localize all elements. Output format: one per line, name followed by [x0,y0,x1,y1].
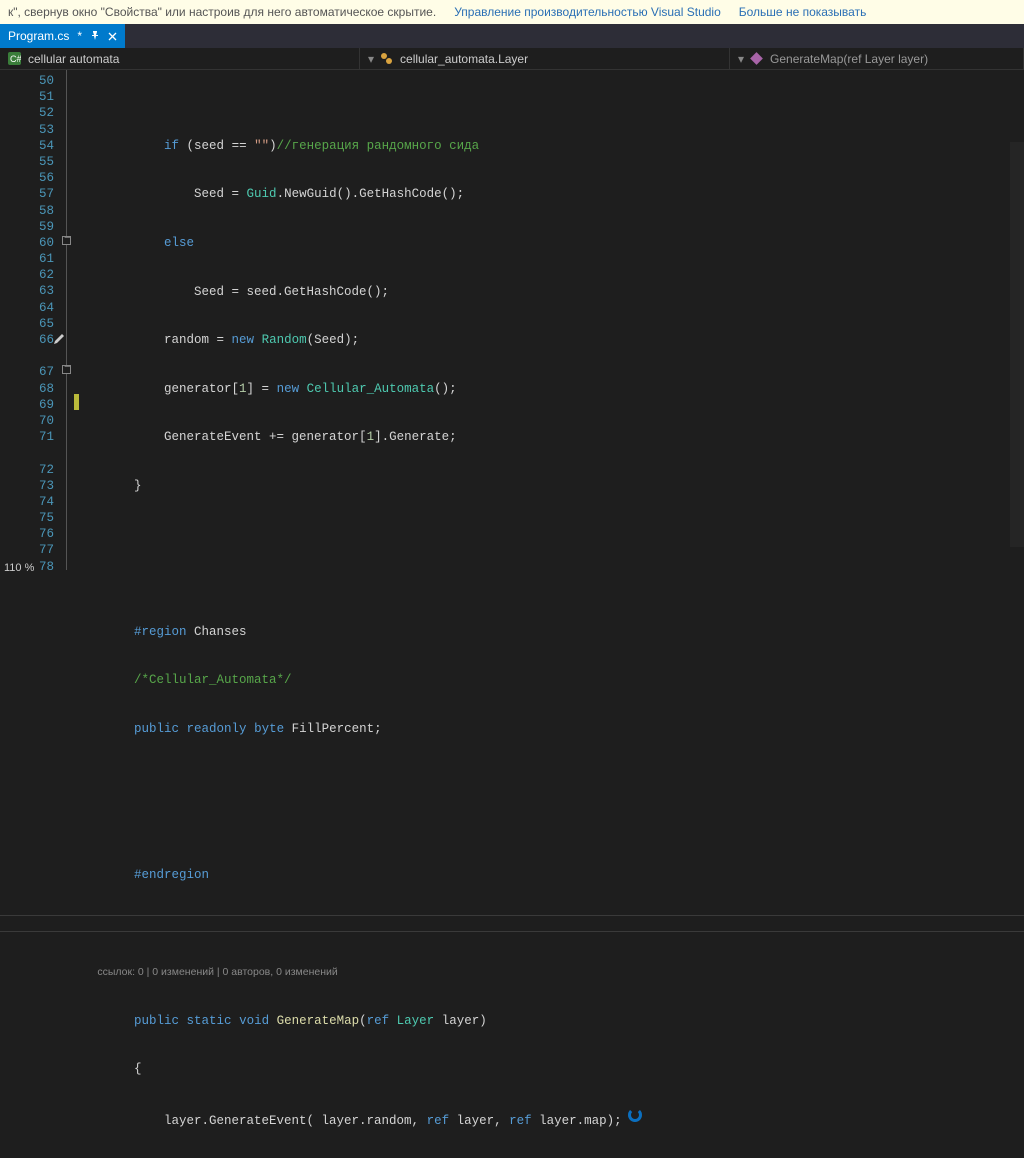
svg-text:C#: C# [10,54,21,64]
info-message: к", свернув окно "Свойства" или настроив… [8,5,436,19]
breadcrumb-method[interactable]: ▾ GenerateMap(ref Layer layer) [730,48,1024,69]
close-icon[interactable] [108,32,117,41]
tab-label: Program.cs [8,29,69,43]
code-area[interactable]: if (seed == "")//генерация рандомного си… [74,70,1024,562]
dismiss-link[interactable]: Больше не показывать [739,5,867,19]
tab-strip: Program.cs * [0,24,1024,48]
breadcrumb-namespace-text: cellular automata [28,52,119,66]
code-editor[interactable]: 50 51 52 53 54 55 56 57 58 59 60 61 62 6… [0,70,1024,562]
pencil-icon[interactable] [52,332,66,346]
breadcrumb-class[interactable]: ▾ cellular_automata.Layer [360,48,730,69]
breadcrumb-class-text: cellular_automata.Layer [400,52,528,66]
current-line-highlight [0,915,1024,931]
perf-link[interactable]: Управление производительностью Visual St… [454,5,721,19]
fold-column [60,70,74,562]
csharp-icon: C# [8,52,22,65]
breadcrumb-method-text: GenerateMap(ref Layer layer) [770,52,928,66]
class-icon [380,52,394,65]
busy-spinner-icon [628,1108,642,1122]
fold-toggle[interactable] [62,236,71,245]
method-icon [750,52,764,65]
vertical-scrollbar[interactable] [1010,142,1024,547]
breadcrumb-bar: C# cellular automata ▾ cellular_automata… [0,48,1024,70]
breadcrumb-namespace[interactable]: C# cellular automata [0,48,360,69]
fold-toggle[interactable] [62,365,71,374]
tab-dirty-indicator: * [77,29,82,43]
codelens[interactable]: ссылок: 0 | 0 изменений | 0 авторов, 0 и… [97,966,337,978]
info-bar: к", свернув окно "Свойства" или настроив… [0,0,1024,24]
tab-program-cs[interactable]: Program.cs * [0,24,125,48]
indicator-margin [0,70,20,562]
line-number-gutter: 50 51 52 53 54 55 56 57 58 59 60 61 62 6… [20,70,60,562]
pin-icon[interactable] [90,31,100,41]
